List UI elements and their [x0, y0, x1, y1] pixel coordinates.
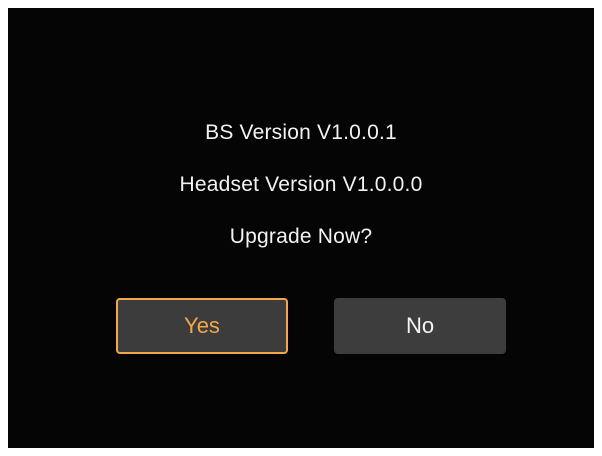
- yes-button-label: Yes: [184, 313, 220, 338]
- headset-version-text: Headset Version V1.0.0.0: [179, 173, 423, 196]
- upgrade-dialog: BS Version V1.0.0.1 Headset Version V1.0…: [8, 8, 594, 448]
- yes-button[interactable]: Yes: [116, 298, 288, 354]
- no-button-label: No: [405, 313, 435, 338]
- bs-version-text: BS Version V1.0.0.1: [205, 121, 397, 144]
- no-button[interactable]: No: [334, 298, 506, 354]
- upgrade-prompt: Upgrade Now?: [229, 225, 373, 248]
